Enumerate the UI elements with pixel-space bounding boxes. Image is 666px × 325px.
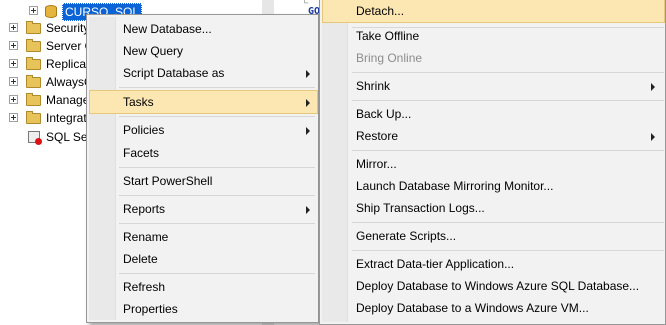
menu-item-label: Deploy Database to a Windows Azure VM... [356, 301, 589, 315]
menu-item-shrink[interactable]: Shrink [323, 75, 664, 97]
database-context-menu: New Database... New Query Script Databas… [86, 14, 319, 323]
menu-item-label: Reports [123, 202, 166, 216]
expand-icon[interactable] [9, 41, 18, 50]
tree-node-label: SQL Ser [46, 130, 92, 144]
menu-item-delete[interactable]: Delete [90, 248, 317, 270]
menu-item-start-powershell[interactable]: Start PowerShell [90, 170, 317, 192]
menu-separator [352, 100, 664, 101]
menu-item-refresh[interactable]: Refresh [90, 276, 317, 298]
tree-node-label: Security [46, 21, 90, 35]
menu-item-label: Generate Scripts... [356, 229, 457, 243]
submenu-arrow-icon [306, 127, 310, 135]
menu-item-deploy-azure-vm[interactable]: Deploy Database to a Windows Azure VM... [323, 297, 664, 319]
menu-item-label: New Query [123, 44, 184, 58]
tree-node-label: Integrat [46, 111, 87, 125]
menu-item-label: New Database... [123, 22, 212, 36]
menu-item-back-up[interactable]: Back Up... [323, 103, 664, 125]
menu-item-new-database[interactable]: New Database... [90, 18, 317, 40]
menu-item-label: Rename [123, 230, 169, 244]
menu-separator [352, 150, 664, 151]
expand-icon[interactable] [9, 95, 18, 104]
sql-agent-icon [28, 131, 42, 145]
database-icon [45, 5, 57, 18]
menu-item-properties[interactable]: Properties [90, 298, 317, 320]
submenu-arrow-icon [306, 70, 310, 78]
menu-item-new-query[interactable]: New Query [90, 40, 317, 62]
menu-item-launch-mirroring-monitor[interactable]: Launch Database Mirroring Monitor... [323, 175, 664, 197]
menu-separator [119, 195, 315, 196]
menu-item-label: Bring Online [356, 51, 423, 65]
menu-item-label: Mirror... [356, 157, 397, 171]
menu-item-label: Shrink [356, 79, 391, 93]
menu-item-label: Properties [123, 302, 178, 316]
menu-item-extract-data-tier[interactable]: Extract Data-tier Application... [323, 253, 664, 275]
menu-item-label: Tasks [123, 95, 154, 109]
menu-item-label: Delete [123, 252, 158, 266]
menu-separator [119, 273, 315, 274]
menu-item-take-offline[interactable]: Take Offline [323, 25, 664, 47]
menu-separator [119, 223, 315, 224]
menu-item-mirror[interactable]: Mirror... [323, 153, 664, 175]
submenu-arrow-icon [651, 83, 655, 91]
menu-item-restore[interactable]: Restore [323, 125, 664, 147]
menu-item-generate-scripts[interactable]: Generate Scripts... [323, 225, 664, 247]
tasks-submenu: Detach... Take Offline Bring Online Shri… [319, 0, 666, 325]
menu-item-label: Ship Transaction Logs... [356, 201, 485, 215]
menu-item-label: Restore [356, 129, 399, 143]
menu-item-label: Extract Data-tier Application... [356, 257, 515, 271]
menu-item-label: Back Up... [356, 107, 412, 121]
menu-item-label: Detach... [356, 4, 405, 18]
menu-item-deploy-azure-sql[interactable]: Deploy Database to Windows Azure SQL Dat… [323, 275, 664, 297]
folder-icon [26, 111, 41, 124]
expand-icon[interactable] [9, 23, 18, 32]
folder-icon [26, 21, 41, 34]
menu-separator [119, 167, 315, 168]
menu-separator [352, 250, 664, 251]
submenu-arrow-icon [306, 206, 310, 214]
menu-item-label: Facets [123, 146, 160, 160]
menu-item-script-database-as[interactable]: Script Database as [90, 62, 317, 84]
menu-item-label: Deploy Database to Windows Azure SQL Dat… [356, 279, 640, 293]
menu-item-label: Start PowerShell [123, 174, 213, 188]
menu-item-label: Launch Database Mirroring Monitor... [356, 179, 554, 193]
folder-icon [26, 93, 41, 106]
folder-icon [26, 57, 41, 70]
menu-item-tasks[interactable]: Tasks [89, 90, 318, 114]
menu-separator [119, 87, 315, 88]
menu-item-label: Take Offline [356, 29, 420, 43]
menu-item-policies[interactable]: Policies [90, 119, 317, 141]
submenu-arrow-icon [651, 133, 655, 141]
menu-item-label: Script Database as [123, 66, 225, 80]
menu-separator [352, 72, 664, 73]
menu-item-label: Refresh [123, 280, 166, 294]
menu-separator [119, 116, 315, 117]
submenu-arrow-icon [306, 99, 310, 107]
menu-item-reports[interactable]: Reports [90, 198, 317, 220]
menu-item-bring-online: Bring Online [323, 47, 664, 69]
menu-item-ship-transaction-logs[interactable]: Ship Transaction Logs... [323, 197, 664, 219]
menu-item-facets[interactable]: Facets [90, 142, 317, 164]
tree-node-label: Manage [46, 93, 90, 107]
menu-separator [352, 222, 664, 223]
menu-item-label: Policies [123, 123, 165, 137]
expand-icon[interactable] [29, 6, 38, 15]
tree-node-label: Replicat [46, 57, 90, 71]
menu-item-rename[interactable]: Rename [90, 226, 317, 248]
folder-icon [26, 75, 41, 88]
expand-icon[interactable] [9, 113, 18, 122]
expand-icon[interactable] [9, 77, 18, 86]
expand-icon[interactable] [9, 59, 18, 68]
menu-item-detach[interactable]: Detach... [322, 0, 665, 23]
folder-icon [26, 39, 41, 52]
